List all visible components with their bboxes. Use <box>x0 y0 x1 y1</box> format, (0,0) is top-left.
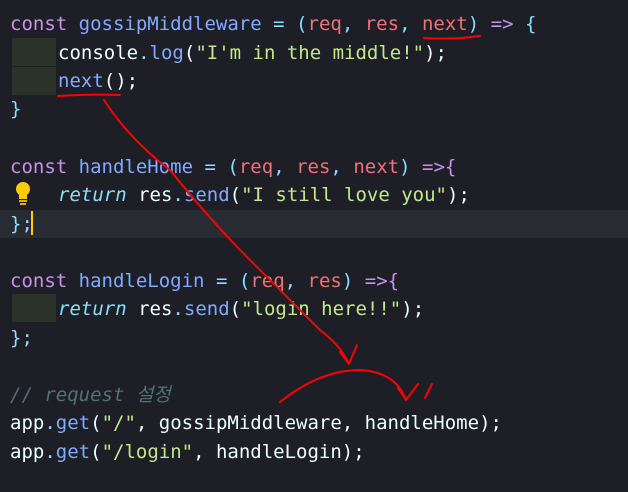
brace: } <box>10 98 22 120</box>
code-line-1[interactable]: const gossipMiddleware = (req, res, next… <box>10 10 536 38</box>
keyword: const <box>10 270 68 292</box>
code-line-3[interactable]: next(); <box>58 67 138 95</box>
arrow-head-3 <box>424 383 433 399</box>
brace-semicolon: }; <box>10 213 33 235</box>
paren: ( <box>238 270 251 292</box>
dot: . <box>172 184 184 206</box>
current-line-highlight <box>0 210 628 238</box>
dot: . <box>44 412 56 434</box>
call-parens: (); <box>103 70 139 92</box>
param-res: res <box>296 156 331 178</box>
code-line-4[interactable]: } <box>10 95 21 123</box>
code-line-2[interactable]: console.log("I'm in the middle!"); <box>58 39 447 67</box>
paren: ( <box>296 13 308 35</box>
object: res <box>138 184 173 206</box>
method: send <box>183 184 230 206</box>
param-res: res <box>307 270 342 292</box>
function-name: handleHome <box>78 156 194 178</box>
comma: , <box>284 270 297 292</box>
comma: , <box>330 156 342 178</box>
paren: ) <box>341 270 354 292</box>
brace-semicolon: }; <box>10 327 33 349</box>
paren: ( <box>229 184 242 206</box>
arrow-head-1 <box>339 344 358 365</box>
operator: = <box>204 156 216 178</box>
method: log <box>149 42 184 64</box>
comment: // request 설정 <box>10 384 171 406</box>
arrow-head-2 <box>397 383 419 401</box>
return-keyword: return <box>58 184 127 206</box>
paren: ) <box>467 13 480 35</box>
arrow: =>{ <box>364 270 400 292</box>
arguments: , handleLogin <box>193 441 342 463</box>
paren-close: ); <box>447 184 470 206</box>
paren: ( <box>229 298 242 320</box>
method: get <box>55 412 91 434</box>
red-curve-arc <box>279 369 406 403</box>
comma: , <box>273 156 285 178</box>
dot: . <box>44 441 56 463</box>
param-res: res <box>364 13 400 35</box>
code-line-7[interactable]: return res.send("I still love you"); <box>58 181 470 209</box>
arguments: , gossipMiddleware, handleHome <box>135 412 480 434</box>
string-literal: "login here!!" <box>241 298 402 320</box>
method: send <box>183 298 230 320</box>
keyword: const <box>10 156 68 178</box>
brace: { <box>524 13 537 35</box>
function-name: handleLogin <box>78 270 205 292</box>
comma: , <box>341 13 354 35</box>
arrow: =>{ <box>422 156 457 178</box>
arrow: => <box>490 13 514 35</box>
method: get <box>55 441 91 463</box>
lightbulb-icon[interactable] <box>12 180 34 206</box>
string-literal: "I still love you" <box>241 184 447 206</box>
code-line-6[interactable]: const handleHome = (req, res, next) =>{ <box>10 153 456 181</box>
comma: , <box>399 13 411 35</box>
param-next: next <box>421 13 468 35</box>
paren: ) <box>399 156 411 178</box>
paren-close: ); <box>479 412 502 434</box>
function-call: next <box>58 70 104 92</box>
indent-guide <box>12 67 56 95</box>
string-literal: "/login" <box>101 441 194 463</box>
dot: . <box>172 298 184 320</box>
object: console <box>58 42 139 64</box>
string-literal: "I'm in the middle!" <box>195 42 425 64</box>
function-name: gossipMiddleware <box>78 13 262 35</box>
indent-guide <box>12 38 56 66</box>
code-line-8[interactable]: }; <box>10 210 33 238</box>
keyword: const <box>10 13 68 35</box>
operator: = <box>273 13 285 35</box>
object: app <box>10 441 45 463</box>
param-next: next <box>353 156 400 178</box>
paren: ( <box>183 42 196 64</box>
code-line-14[interactable]: // request 설정 <box>10 381 171 409</box>
return-keyword: return <box>58 298 127 320</box>
code-editor[interactable]: const gossipMiddleware = (req, res, next… <box>0 0 628 492</box>
code-line-16[interactable]: app.get("/login", handleLogin); <box>10 438 365 466</box>
text-cursor <box>31 211 33 235</box>
paren: ( <box>227 156 239 178</box>
code-line-11[interactable]: return res.send("login here!!"); <box>58 295 424 323</box>
code-line-10[interactable]: const handleLogin = (req, res) =>{ <box>10 267 399 295</box>
param-req: req <box>238 156 274 178</box>
operator: = <box>215 270 228 292</box>
object: res <box>138 298 173 320</box>
paren: ( <box>90 441 102 463</box>
indent-guide <box>12 294 56 322</box>
paren-close: ); <box>341 441 365 463</box>
paren-close: ); <box>424 42 447 64</box>
object: app <box>10 412 45 434</box>
paren-close: ); <box>401 298 425 320</box>
code-line-15[interactable]: app.get("/", gossipMiddleware, handleHom… <box>10 409 502 437</box>
param-req: req <box>307 13 342 35</box>
dot: . <box>138 42 150 64</box>
string-literal: "/" <box>101 412 136 434</box>
param-req: req <box>250 270 285 292</box>
paren: ( <box>90 412 102 434</box>
code-line-12[interactable]: }; <box>10 324 33 352</box>
